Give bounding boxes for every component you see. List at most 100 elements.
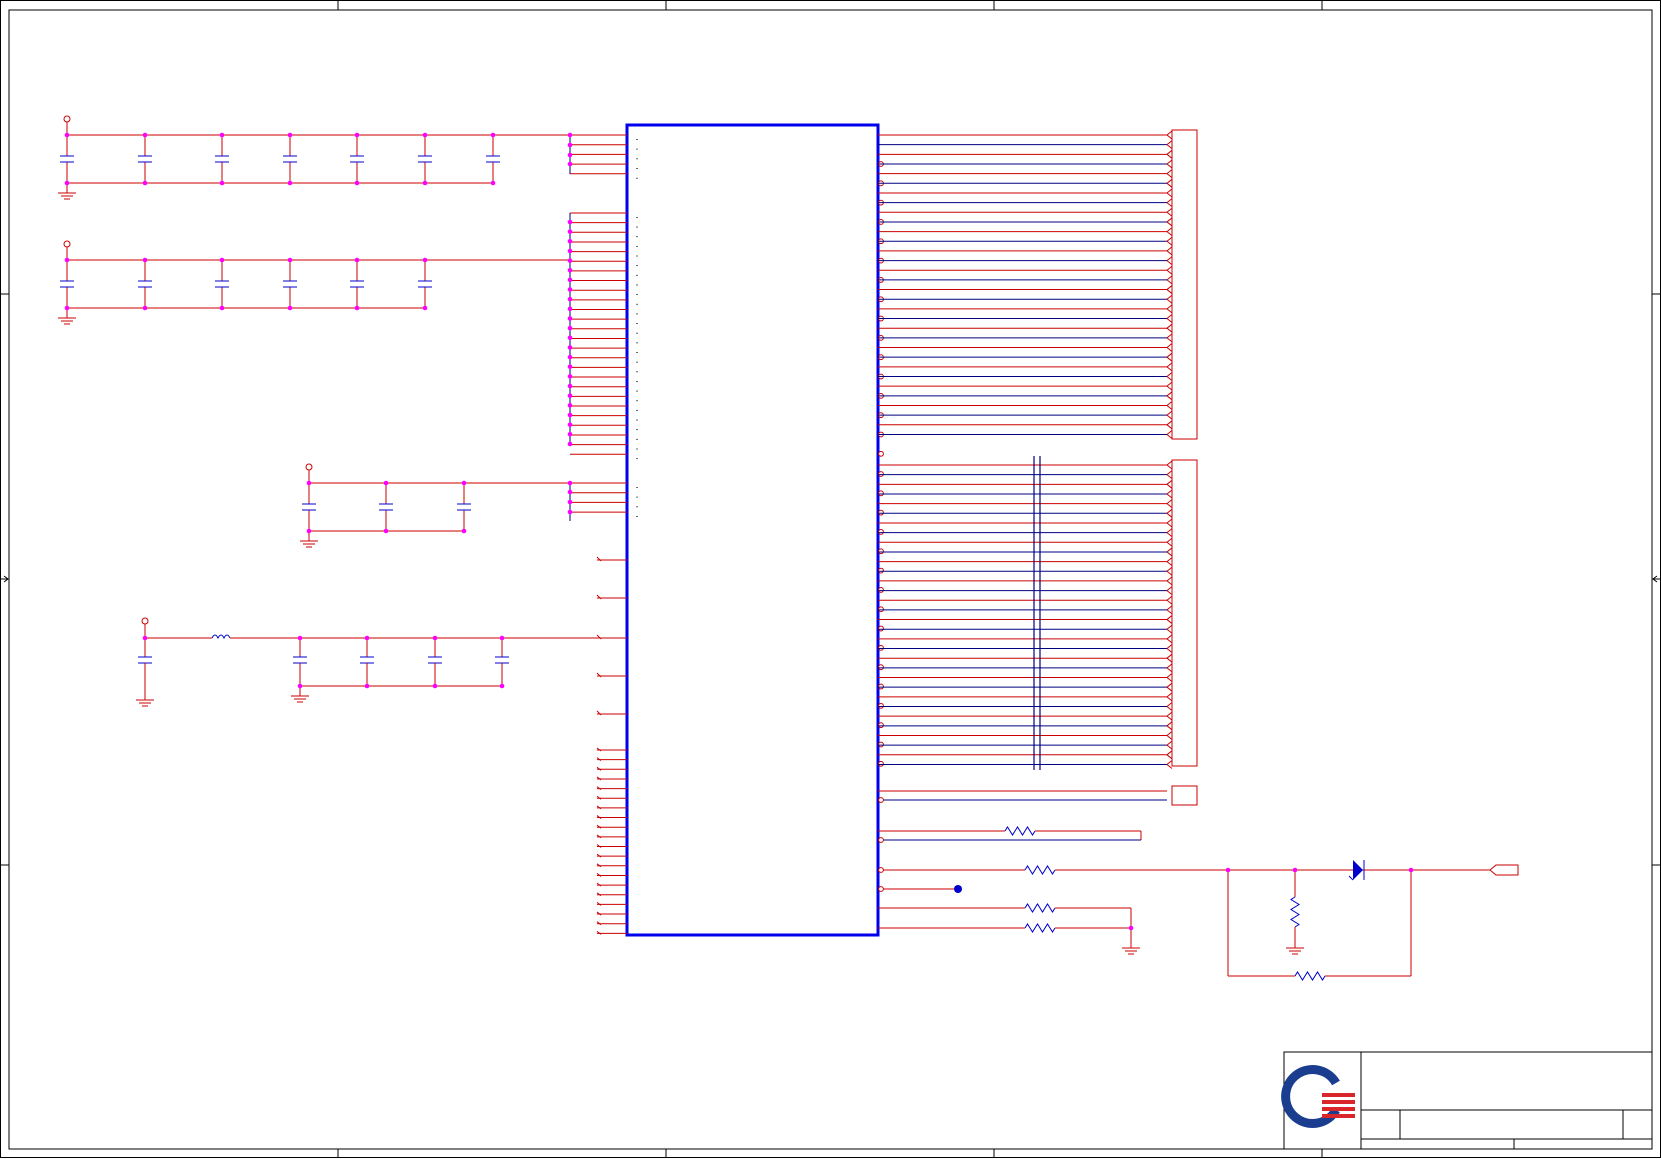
junction-dot [567, 489, 573, 495]
pin-number-mark [636, 158, 638, 160]
misc-circuits [878, 826, 1519, 981]
junction-dot [1408, 867, 1414, 873]
junction-dot [567, 325, 573, 331]
port-chevron-icon [1166, 256, 1173, 265]
junction-dot [219, 132, 225, 138]
port-chevron-icon [1166, 731, 1173, 740]
junction-dot [567, 364, 573, 370]
junction-dot [297, 683, 303, 689]
junction-dot [354, 257, 360, 263]
port-chevron-icon [1166, 333, 1173, 343]
port-chevron-icon [1166, 130, 1173, 140]
pin-bubble [878, 702, 884, 709]
port-chevron-icon [1166, 644, 1173, 653]
resistor-icon [1290, 896, 1300, 928]
port-chevron-icon [1166, 275, 1173, 285]
pin-number-mark [636, 361, 638, 363]
power-port-icon [305, 463, 313, 471]
pin-number-mark [636, 274, 638, 276]
junction-dot [567, 509, 573, 515]
junction-dot [567, 480, 573, 486]
junction-dot [364, 683, 370, 689]
port-chevron-icon [1166, 682, 1173, 692]
junction-dot [567, 383, 573, 389]
schematic-sheet [0, 0, 1661, 1158]
port-chevron-icon [1166, 420, 1173, 430]
port-chevron-icon [1166, 401, 1173, 410]
pin-number-mark [636, 294, 638, 295]
junction-dot [64, 257, 70, 263]
port-chevron-icon [1166, 207, 1173, 217]
junction-dot [383, 528, 389, 534]
port-chevron-icon [1166, 381, 1173, 391]
junction-dot [306, 480, 312, 486]
junction-dot [422, 132, 428, 138]
junction-dot [432, 683, 438, 689]
port-chevron-icon [1166, 140, 1173, 150]
junction-dot [142, 635, 148, 641]
port-chevron-icon [1166, 557, 1173, 566]
pin-bubble [878, 741, 884, 748]
junction-dot [490, 132, 496, 138]
pin-number-mark [636, 148, 638, 150]
junction-dot [219, 180, 225, 186]
junction-dot [383, 480, 389, 486]
junction-dot [490, 180, 496, 186]
pin-bubble [878, 548, 884, 555]
junction-dot [567, 393, 573, 399]
port-chevron-icon [1166, 198, 1173, 208]
pin-bubble [878, 886, 884, 892]
junction-dot [567, 354, 573, 360]
power-port-icon [63, 115, 71, 123]
pin-number-mark [636, 458, 638, 460]
port-chevron-icon [1166, 605, 1173, 615]
port-chevron-icon [1166, 304, 1173, 314]
junction-dot [567, 335, 573, 341]
company-logo-icon [1281, 1065, 1355, 1128]
port-chevron-icon [1166, 740, 1173, 750]
junction-dot [567, 441, 573, 447]
port-chevron-icon [1166, 460, 1173, 470]
pin-bubble [878, 529, 884, 535]
junction-dot [64, 180, 70, 186]
junction-dot [142, 180, 148, 186]
pin-bubble [878, 664, 884, 671]
pin-number-mark [636, 284, 638, 286]
port-chevron-icon [1166, 149, 1173, 159]
junction-dot [567, 306, 573, 312]
pin-bubble [878, 837, 884, 843]
port-chevron-icon [1166, 566, 1173, 576]
junction-dot [567, 248, 573, 254]
resistor-icon [1004, 826, 1036, 836]
port-chevron-icon [1166, 634, 1173, 644]
port-chevron-icon [1166, 702, 1173, 711]
junction-dot [1128, 925, 1134, 931]
port-chevron-icon [1166, 188, 1173, 198]
port-chevron-icon [1166, 499, 1173, 509]
port-chevron-icon [1166, 586, 1173, 595]
junction-dot [567, 374, 573, 379]
pin-bubble [878, 867, 884, 873]
junction-dot [287, 305, 293, 311]
port-chevron-icon [1166, 217, 1173, 227]
junction-dot [567, 277, 573, 283]
junction-dot [422, 180, 428, 186]
pin-number-mark [636, 487, 638, 488]
junction-dot [567, 499, 573, 505]
port-chevron-icon [1166, 410, 1173, 420]
resistor-icon [1294, 971, 1326, 981]
junction-dot [219, 257, 225, 263]
inductor-icon [211, 634, 231, 640]
junction-dot [364, 635, 370, 641]
pin-number-mark [636, 168, 638, 169]
junction-dot [567, 239, 573, 244]
junction-dot [422, 257, 428, 263]
junction-dot [287, 180, 293, 186]
test-point-icon [954, 885, 962, 893]
pin-number-mark [636, 429, 638, 431]
pin-number-mark [636, 313, 638, 315]
junction-dot [354, 180, 360, 186]
port-chevron-icon [1166, 547, 1173, 557]
junction-dot [64, 305, 70, 311]
port-chevron-icon [1166, 246, 1173, 256]
